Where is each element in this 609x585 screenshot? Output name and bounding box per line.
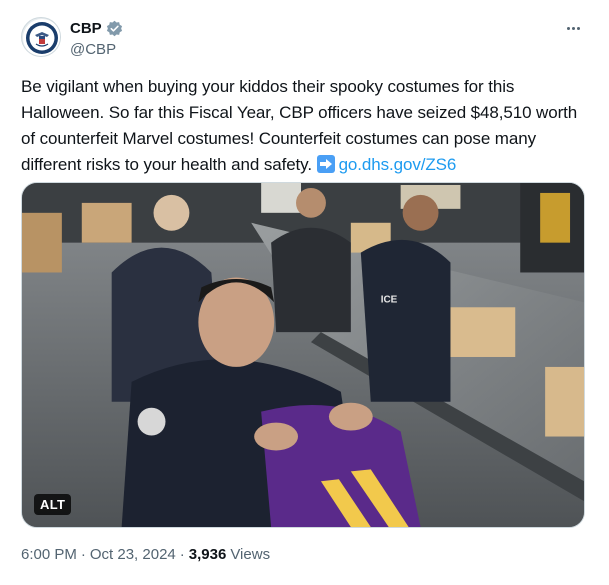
arrow-right-icon (316, 155, 335, 173)
more-options-icon[interactable] (561, 20, 585, 36)
avatar[interactable] (21, 17, 61, 57)
verified-badge-icon (106, 20, 122, 37)
tweet-text: Be vigilant when buying your kiddos thei… (21, 77, 578, 174)
tweet-photo[interactable]: ICE ALT (21, 182, 585, 528)
more-dot-2 (571, 26, 575, 30)
more-dot-3 (576, 26, 580, 30)
tweet: CBP @CBP Be vigilant when buying your ki… (0, 0, 609, 585)
author-handle[interactable]: @CBP (70, 41, 116, 58)
author-name-row: CBP (70, 20, 123, 37)
alt-text-badge[interactable]: ALT (34, 494, 72, 515)
svg-text:ICE: ICE (381, 294, 398, 305)
tweet-link[interactable]: go.dhs.gov/ZS6 (339, 155, 457, 174)
tweet-date[interactable]: Oct 23, 2024 (90, 546, 176, 563)
more-dot-1 (566, 26, 570, 30)
photo-image: ICE (22, 183, 584, 527)
tweet-time[interactable]: 6:00 PM (21, 546, 77, 563)
author-name[interactable]: CBP (70, 20, 102, 37)
views-label: Views (230, 546, 271, 563)
tweet-text-block: Be vigilant when buying your kiddos thei… (21, 74, 591, 178)
cbp-seal-icon (23, 19, 60, 56)
meta-separator: · (179, 546, 185, 563)
meta-separator: · (80, 546, 86, 563)
tweet-meta: 6:00 PM · Oct 23, 2024 · 3,936 Views (21, 546, 270, 563)
views-count: 3,936 (188, 546, 227, 563)
